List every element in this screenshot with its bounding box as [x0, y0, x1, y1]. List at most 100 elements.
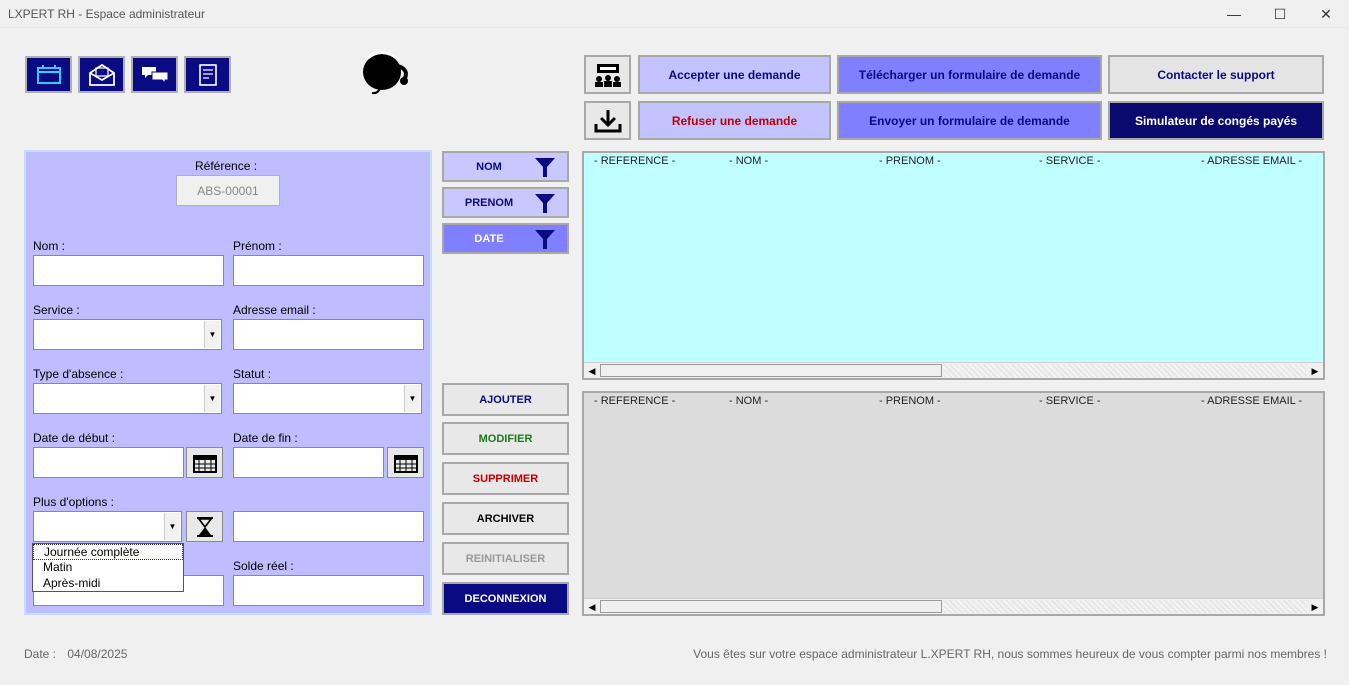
- filter-prenom-label: PRENOM: [464, 196, 514, 209]
- column-reference[interactable]: - REFERENCE -: [594, 395, 675, 407]
- column-prenom[interactable]: - PRENOM -: [879, 395, 941, 407]
- email-input[interactable]: [233, 319, 424, 350]
- filter-nom-button[interactable]: NOM: [442, 151, 569, 182]
- email-label: Adresse email :: [233, 303, 316, 317]
- logout-button[interactable]: DECONNEXION: [442, 582, 569, 615]
- prenom-input[interactable]: [233, 255, 424, 286]
- column-email[interactable]: - ADRESSE EMAIL -: [1201, 155, 1302, 167]
- title-bar: LXPERT RH - Espace administrateur — ☐ ✕: [0, 0, 1349, 28]
- column-prenom[interactable]: - PRENOM -: [879, 155, 941, 167]
- start-date-calendar-button[interactable]: [186, 447, 223, 478]
- horizontal-scrollbar[interactable]: ◀ ▶: [584, 362, 1323, 378]
- start-date-label: Date de début :: [33, 431, 116, 445]
- minimize-button[interactable]: —: [1211, 0, 1257, 28]
- option-afternoon[interactable]: Après-midi: [33, 576, 183, 592]
- scroll-left-icon[interactable]: ◀: [584, 363, 600, 379]
- options-detail-input[interactable]: [233, 511, 424, 542]
- prenom-label: Prénom :: [233, 239, 282, 253]
- reset-button[interactable]: REINITIALISER: [442, 542, 569, 575]
- download-form-button[interactable]: Télécharger un formulaire de demande: [837, 55, 1102, 94]
- service-label: Service :: [33, 303, 80, 317]
- statut-label: Statut :: [233, 367, 272, 381]
- start-date-input[interactable]: [33, 447, 184, 478]
- mail-icon: [88, 63, 115, 86]
- date-label: Date :: [24, 647, 57, 661]
- hourglass-button[interactable]: [186, 511, 223, 542]
- welcome-message: Vous êtes sur votre espace administrateu…: [693, 647, 1327, 661]
- footer-date: Date : 04/08/2025: [24, 647, 127, 661]
- nom-input[interactable]: [33, 255, 224, 286]
- scrollbar-thumb[interactable]: [600, 364, 942, 377]
- calendar-icon: [36, 64, 61, 84]
- scroll-right-icon[interactable]: ▶: [1307, 363, 1323, 379]
- accept-request-button[interactable]: Accepter une demande: [638, 55, 831, 94]
- add-button[interactable]: AJOUTER: [442, 383, 569, 416]
- real-balance-label: Solde réel :: [233, 559, 294, 573]
- contact-support-button[interactable]: Contacter le support: [1108, 55, 1324, 94]
- real-balance-input[interactable]: [233, 575, 424, 606]
- close-button[interactable]: ✕: [1303, 0, 1349, 28]
- archive-button[interactable]: ARCHIVER: [442, 502, 569, 535]
- window-title: LXPERT RH - Espace administrateur: [8, 7, 205, 21]
- filter-icon: [535, 229, 555, 249]
- chevron-down-icon[interactable]: ▼: [164, 513, 180, 540]
- filter-nom-label: NOM: [476, 160, 502, 173]
- leave-simulator-button[interactable]: Simulateur de congés payés: [1108, 101, 1324, 140]
- download-icon: [594, 109, 621, 132]
- users-meeting-button[interactable]: [584, 55, 631, 94]
- service-select[interactable]: ▼: [33, 319, 222, 350]
- end-date-input[interactable]: [233, 447, 384, 478]
- absence-type-select[interactable]: ▼: [33, 383, 222, 414]
- options-dropdown-list[interactable]: Journée complète Matin Après-midi: [32, 543, 184, 592]
- chat-button[interactable]: [131, 56, 178, 93]
- end-date-calendar-button[interactable]: [387, 447, 424, 478]
- options-select[interactable]: ▼: [33, 511, 182, 542]
- calendar-icon: [192, 454, 217, 473]
- scrollbar-thumb[interactable]: [600, 600, 942, 613]
- chevron-down-icon[interactable]: ▼: [404, 385, 420, 412]
- option-full-day[interactable]: Journée complète: [33, 544, 183, 560]
- download-button[interactable]: [584, 101, 631, 140]
- refuse-request-button[interactable]: Refuser une demande: [638, 101, 831, 140]
- scroll-right-icon[interactable]: ▶: [1307, 599, 1323, 615]
- scrollbar-track[interactable]: [944, 364, 1307, 377]
- horizontal-scrollbar[interactable]: ◀ ▶: [584, 598, 1323, 614]
- maximize-button[interactable]: ☐: [1257, 0, 1303, 28]
- column-service[interactable]: - SERVICE -: [1039, 395, 1101, 407]
- requests-list[interactable]: - REFERENCE - - NOM - - PRENOM - - SERVI…: [582, 151, 1325, 380]
- meeting-icon: [594, 63, 621, 87]
- send-form-button[interactable]: Envoyer un formulaire de demande: [837, 101, 1102, 140]
- chevron-down-icon[interactable]: ▼: [204, 385, 220, 412]
- date-value: 04/08/2025: [67, 647, 128, 661]
- filter-icon: [535, 193, 555, 213]
- filter-date-button[interactable]: DATE: [442, 223, 569, 254]
- scrollbar-track[interactable]: [944, 600, 1307, 613]
- chat-icon: [141, 66, 168, 84]
- column-email[interactable]: - ADRESSE EMAIL -: [1201, 395, 1302, 407]
- calendar-icon: [393, 454, 418, 473]
- column-nom[interactable]: - NOM -: [729, 395, 768, 407]
- reference-label: Référence :: [195, 159, 258, 173]
- calendar-button[interactable]: [25, 56, 72, 93]
- mail-button[interactable]: [78, 56, 125, 93]
- column-reference[interactable]: - REFERENCE -: [594, 155, 675, 167]
- end-date-label: Date de fin :: [233, 431, 298, 445]
- scroll-left-icon[interactable]: ◀: [584, 599, 600, 615]
- chevron-down-icon[interactable]: ▼: [204, 321, 220, 348]
- filter-icon: [535, 157, 555, 177]
- delete-button[interactable]: SUPPRIMER: [442, 462, 569, 495]
- modify-button[interactable]: MODIFIER: [442, 422, 569, 455]
- nom-label: Nom :: [33, 239, 66, 253]
- statut-select[interactable]: ▼: [233, 383, 422, 414]
- headset-icon: [358, 48, 414, 96]
- option-morning[interactable]: Matin: [33, 560, 183, 576]
- options-label: Plus d'options :: [33, 495, 115, 509]
- column-service[interactable]: - SERVICE -: [1039, 155, 1101, 167]
- filter-prenom-button[interactable]: PRENOM: [442, 187, 569, 218]
- hourglass-icon: [196, 516, 213, 537]
- document-button[interactable]: [184, 56, 231, 93]
- absence-type-label: Type d'absence :: [33, 367, 124, 381]
- archive-list[interactable]: - REFERENCE - - NOM - - PRENOM - - SERVI…: [582, 391, 1325, 616]
- filter-date-label: DATE: [474, 232, 504, 245]
- column-nom[interactable]: - NOM -: [729, 155, 768, 167]
